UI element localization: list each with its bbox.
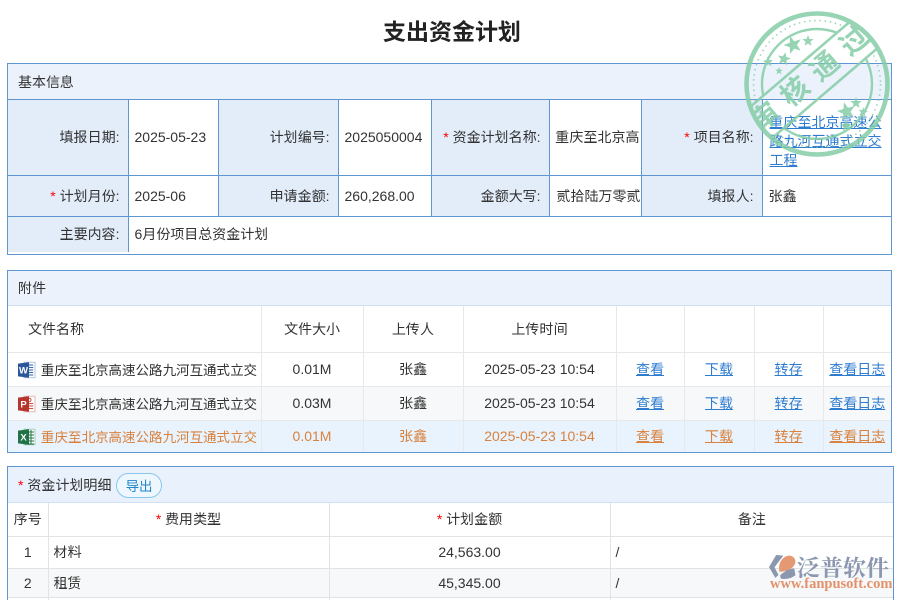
svg-text:W: W <box>19 366 28 377</box>
svg-text:X: X <box>20 433 27 444</box>
svg-text:P: P <box>20 400 27 411</box>
